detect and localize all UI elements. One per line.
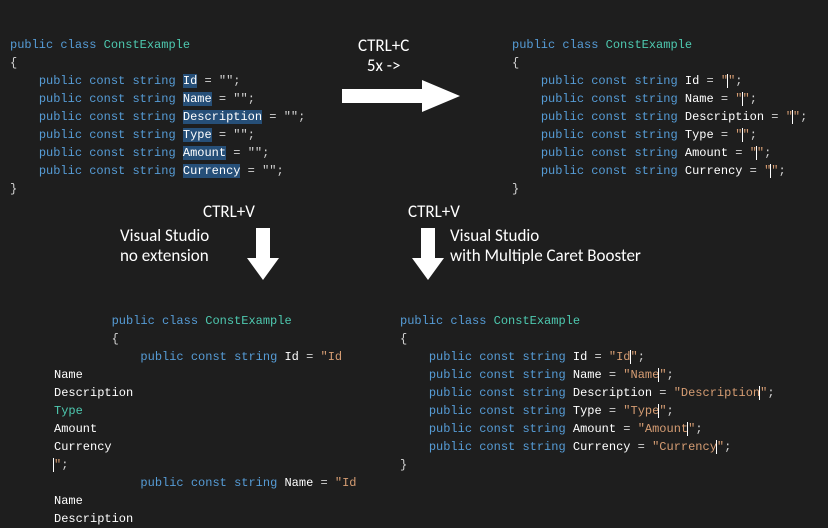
annotation-paste-left-sub: Visual Studio no extension xyxy=(120,226,209,267)
annotation-paste-right-sub: Visual Studio with Multiple Caret Booste… xyxy=(450,226,641,267)
copy-sublabel: 5x -> xyxy=(358,56,409,76)
copy-label: CTRL+C xyxy=(358,36,409,56)
arrow-down-right-icon xyxy=(410,228,446,282)
arrow-right-icon xyxy=(342,78,462,114)
arrow-down-left-icon xyxy=(245,228,281,282)
annotation-paste-left-title: CTRL+V xyxy=(203,202,255,222)
code-top-right: public class ConstExample { public const… xyxy=(512,18,807,198)
code-bottom-left: public class ConstExample { public const… xyxy=(54,294,357,528)
code-bottom-right: public class ConstExample { public const… xyxy=(400,294,775,474)
code-top-left: public class ConstExample { public const… xyxy=(10,18,305,198)
annotation-copy: CTRL+C 5x -> xyxy=(358,36,409,77)
annotation-paste-right-title: CTRL+V xyxy=(408,202,460,222)
